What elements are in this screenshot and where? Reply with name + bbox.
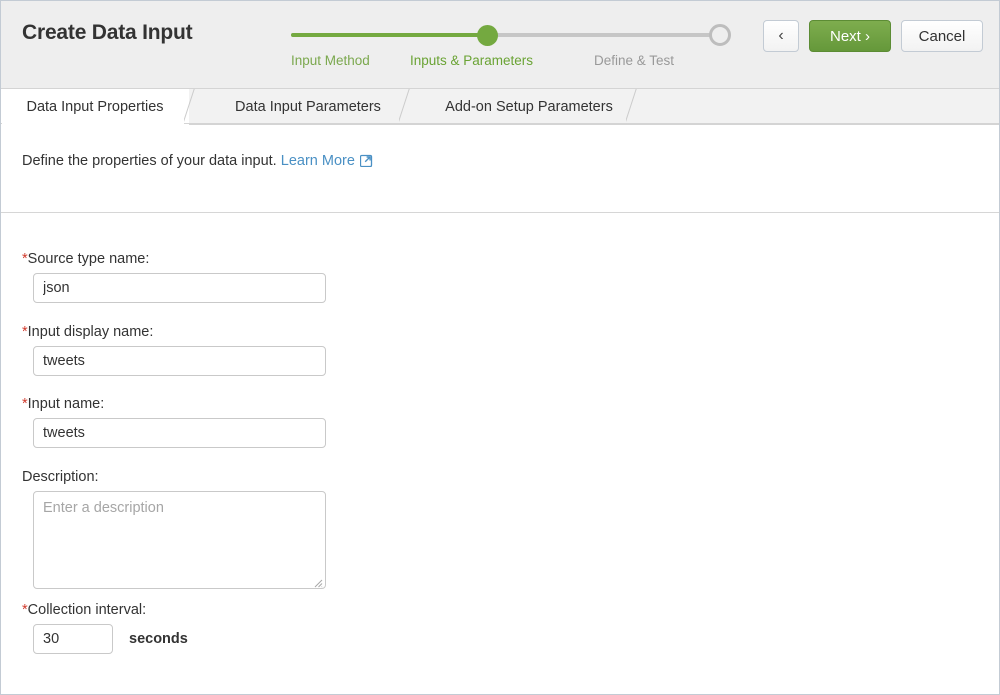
header-actions: ‹ Next › Cancel [763,20,983,52]
tab-addon-setup-parameters[interactable]: Add-on Setup Parameters [429,89,629,125]
tab-label: Data Input Properties [26,99,164,115]
wizard-progress: Input Method Inputs & Parameters Define … [291,17,731,77]
collection-interval-input[interactable] [33,624,113,654]
learn-more-label: Learn More [280,153,355,169]
wizard-step-dot-current[interactable] [477,25,498,46]
tab-data-input-parameters[interactable]: Data Input Parameters [214,89,402,125]
wizard-step-labels: Input Method Inputs & Parameters Define … [291,53,731,73]
input-name-input[interactable] [33,418,326,448]
field-input-name: *Input name: [22,396,326,448]
collection-interval-row: seconds [22,624,188,654]
field-label-input-name: *Input name: [22,396,326,412]
field-description: Description: [22,469,326,589]
source-type-name-input[interactable] [33,273,326,303]
wizard-track-fill [291,33,489,37]
field-label-input-display-name: *Input display name: [22,324,326,340]
field-source-type-name: *Source type name: [22,251,326,303]
page-header: Create Data Input Input Method Inputs & … [1,1,999,89]
label-text: Input display name: [27,324,154,340]
wizard-step-label-define-test: Define & Test [594,53,675,68]
field-label-collection-interval: *Collection interval: [22,602,188,618]
label-text: Description: [22,469,99,485]
label-text: Source type name: [27,251,150,267]
active-tab-underline-mask [2,123,184,124]
label-text: Collection interval: [27,602,147,618]
input-display-name-input[interactable] [33,346,326,376]
intro-section: Define the properties of your data input… [1,125,999,213]
label-text: Input name: [27,396,105,412]
wizard-step-dot-pending[interactable] [709,24,731,46]
external-link-icon [359,154,373,168]
learn-more-link[interactable]: Learn More [281,153,355,169]
page-title: Create Data Input [22,21,193,44]
tab-label: Data Input Parameters [235,99,381,115]
intro-description: Define the properties of your data input… [22,153,277,169]
wizard-step-label-input-method[interactable]: Input Method [291,53,370,68]
intro-text-row: Define the properties of your data input… [22,153,373,169]
tab-separator-3 [626,89,652,125]
tab-data-input-properties[interactable]: Data Input Properties [1,89,189,125]
field-label-description: Description: [22,469,326,485]
cancel-button[interactable]: Cancel [901,20,983,52]
create-data-input-page: Create Data Input Input Method Inputs & … [0,0,1000,695]
back-button[interactable]: ‹ [763,20,799,52]
tab-separator-2 [399,89,425,125]
tab-label: Add-on Setup Parameters [445,99,613,115]
field-label-source-type-name: *Source type name: [22,251,326,267]
field-collection-interval: *Collection interval: seconds [22,602,188,654]
description-textarea-wrap [33,491,326,589]
description-textarea[interactable] [33,491,326,589]
wizard-step-label-inputs-parameters[interactable]: Inputs & Parameters [410,53,533,68]
field-input-display-name: *Input display name: [22,324,326,376]
collection-interval-unit-label: seconds [129,631,188,647]
next-button[interactable]: Next › [809,20,891,52]
tab-bar: Data Input Properties Data Input Paramet… [1,89,999,125]
